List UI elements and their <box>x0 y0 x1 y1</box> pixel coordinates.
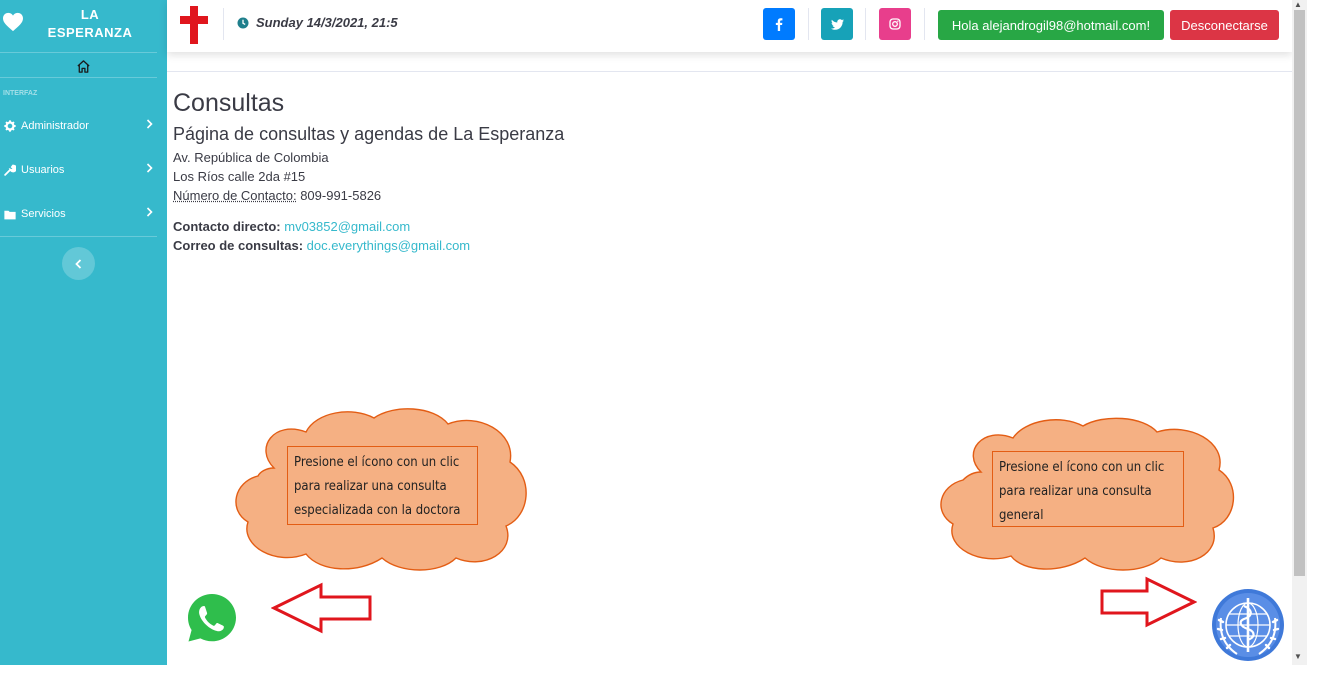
datetime-text: Sunday 14/3/2021, 21:5 <box>256 15 398 30</box>
callout-text-right: Presione el ícono con un clic para reali… <box>992 451 1184 527</box>
brand-name: LA ESPERANZA <box>40 6 140 42</box>
facebook-icon <box>775 17 783 31</box>
user-greeting-button[interactable]: Hola alejandrogil98@hotmail.com! <box>938 10 1164 40</box>
whatsapp-icon[interactable] <box>183 589 241 647</box>
sidebar-item-administrador[interactable]: Administrador <box>0 104 167 148</box>
folder-icon <box>4 210 16 219</box>
contact-block: Contacto directo: mv03852@gmail.com Corr… <box>173 217 564 255</box>
sidebar-item-label: Servicios <box>21 208 66 220</box>
consult-email-label: Correo de consultas: <box>173 238 304 253</box>
twitter-icon <box>830 18 844 30</box>
sidebar-item-usuarios[interactable]: Usuarios <box>0 148 167 192</box>
sidebar-divider <box>0 236 157 237</box>
topbar: Sunday 14/3/2021, 21:5 Hola alejandrogil… <box>167 0 1292 52</box>
topbar-divider <box>865 8 866 40</box>
address-line-2: Los Ríos calle 2da #15 <box>173 169 306 184</box>
chevron-right-icon <box>146 163 153 173</box>
sidebar-toggle-button[interactable] <box>62 247 95 280</box>
phone-line: Número de Contacto: 809-991-5826 <box>173 186 564 205</box>
phone-label: Número de Contacto: <box>173 188 297 203</box>
sidebar-item-label: Administrador <box>21 120 89 132</box>
callout-left-line-2: para realizar una consulta <box>294 479 447 494</box>
logout-button[interactable]: Desconectarse <box>1170 10 1279 40</box>
page-divider <box>167 71 1292 72</box>
address-line-1: Av. República de Colombia <box>173 150 329 165</box>
callout-right-line-3: general <box>999 508 1044 523</box>
twitter-button[interactable] <box>821 8 853 40</box>
consult-email-link[interactable]: doc.everythings@gmail.com <box>307 238 470 253</box>
direct-contact-line: Contacto directo: mv03852@gmail.com <box>173 217 564 236</box>
sidebar-home-link[interactable] <box>0 53 167 77</box>
instagram-icon <box>889 18 901 30</box>
left-arrow-icon <box>271 582 372 634</box>
address-block: Av. República de Colombia Los Ríos calle… <box>173 148 564 205</box>
topbar-divider <box>223 8 224 40</box>
chevron-left-icon <box>75 258 82 269</box>
gear-icon <box>4 120 16 132</box>
scroll-down-arrow-icon[interactable]: ▼ <box>1294 652 1302 661</box>
callout-right-line-2: para realizar una consulta <box>999 484 1152 499</box>
topbar-divider <box>924 8 925 40</box>
datetime-display: Sunday 14/3/2021, 21:5 <box>237 15 398 30</box>
sidebar: LA ESPERANZA INTERFAZ Administrador Usua… <box>0 0 167 665</box>
direct-contact-email-link[interactable]: mv03852@gmail.com <box>284 219 410 234</box>
sidebar-section-heading: INTERFAZ <box>3 90 38 97</box>
page-title: Consultas <box>173 89 285 117</box>
scroll-up-arrow-icon[interactable]: ▲ <box>1294 0 1302 9</box>
medical-cross-icon <box>180 6 208 44</box>
phone-value: 809-991-5826 <box>296 188 382 203</box>
clock-icon <box>237 17 249 28</box>
callout-left-line-3: especializada con la doctora <box>294 503 461 518</box>
instagram-button[interactable] <box>879 8 911 40</box>
consult-email-line: Correo de consultas: doc.everythings@gma… <box>173 236 564 255</box>
scrollbar-thumb[interactable] <box>1294 10 1305 576</box>
callout-text-left: Presione el ícono con un clic para reali… <box>287 446 478 525</box>
heart-icon <box>3 12 23 32</box>
home-icon <box>77 59 90 73</box>
topbar-divider <box>808 8 809 40</box>
facebook-button[interactable] <box>763 8 795 40</box>
chevron-right-icon <box>146 119 153 129</box>
wrench-icon <box>4 164 16 176</box>
right-arrow-icon <box>1100 576 1197 628</box>
sidebar-item-label: Usuarios <box>21 164 65 176</box>
sidebar-brand[interactable]: LA ESPERANZA <box>0 0 167 52</box>
sidebar-item-servicios[interactable]: Servicios <box>0 192 167 236</box>
main-content: Consultas Página de consultas y agendas … <box>173 88 564 255</box>
page-subtitle: Página de consultas y agendas de La Espe… <box>173 124 565 144</box>
brand-line-1: LA <box>80 7 100 22</box>
callout-left-line-1: Presione el ícono con un clic <box>294 455 460 470</box>
direct-contact-label: Contacto directo: <box>173 219 281 234</box>
who-emblem-icon[interactable] <box>1211 588 1285 662</box>
callout-right-line-1: Presione el ícono con un clic <box>999 460 1165 475</box>
brand-line-2: ESPERANZA <box>47 25 133 40</box>
chevron-right-icon <box>146 207 153 217</box>
